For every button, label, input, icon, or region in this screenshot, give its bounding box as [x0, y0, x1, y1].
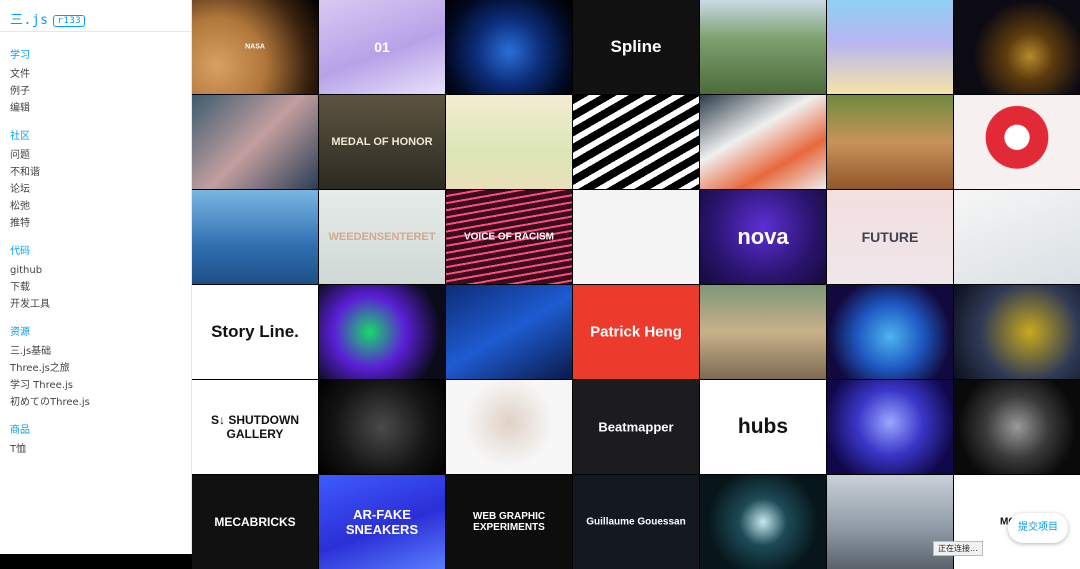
sidebar: 三.js r133 学习文件 例子 编辑社区问题 不和谐 论坛 松弛 推特代码 github 下载… — [0, 0, 192, 554]
nav-section-title: 商品 — [10, 425, 30, 436]
nav-section: 学习 文件 例子 编辑 — [10, 49, 90, 117]
nav-link[interactable]: 例子 — [10, 83, 90, 100]
project-thumbnail[interactable]: NASA — [192, 0, 318, 94]
nav-link[interactable]: 开发工具 — [10, 296, 90, 313]
project-title: NASA — [245, 43, 265, 51]
project-thumbnail[interactable] — [700, 95, 826, 189]
project-thumbnail[interactable] — [700, 475, 826, 569]
project-thumbnail[interactable]: WEB GRAPHIC EXPERIMENTS — [446, 475, 572, 569]
project-title: Beatmapper — [598, 419, 674, 435]
project-thumbnail[interactable] — [319, 380, 445, 474]
nav-link[interactable]: 学习 Three.js — [10, 377, 90, 394]
logo[interactable]: 三.js r133 — [10, 9, 86, 28]
project-thumbnail[interactable] — [700, 285, 826, 379]
nav-section: 代码 github 下载 开发工具 — [10, 245, 90, 313]
nav-link[interactable]: T恤 — [10, 441, 90, 458]
nav-link[interactable]: 初めてのThree.js — [10, 394, 90, 411]
project-title: nova — [737, 224, 789, 249]
project-thumbnail[interactable] — [954, 190, 1080, 284]
nav-link[interactable]: 不和谐 — [10, 164, 90, 181]
project-thumbnail[interactable]: VOICE OF RACISM — [446, 190, 572, 284]
project-title: WEEDENSENTERET — [328, 231, 436, 243]
project-thumbnail[interactable] — [319, 285, 445, 379]
project-thumbnail[interactable]: S↓ SHUTDOWN GALLERY — [192, 380, 318, 474]
divider — [0, 31, 191, 32]
project-title: MECABRICKS — [214, 515, 296, 529]
project-thumbnail[interactable] — [827, 285, 953, 379]
nav-link[interactable]: github — [10, 262, 90, 279]
project-title: Story Line. — [211, 322, 299, 341]
project-title: AR-FAKE SNEAKERS — [345, 507, 419, 537]
nav-link[interactable]: 下载 — [10, 279, 90, 296]
nav-section: 商品 T恤 — [10, 424, 90, 458]
nav-menu: 学习文件 例子 编辑社区问题 不和谐 论坛 松弛 推特代码 github 下载 开发工具资源三.j… — [10, 49, 90, 471]
nav-link[interactable]: 编辑 — [10, 100, 90, 117]
project-thumbnail[interactable]: WEEDENSENTERET — [319, 190, 445, 284]
nav-link[interactable]: 论坛 — [10, 181, 90, 198]
project-title: FUTURE — [861, 229, 919, 245]
nav-section-title: 社区 — [10, 131, 30, 142]
nav-link[interactable]: Three.js之旅 — [10, 360, 90, 377]
logo-text[interactable]: 三.js — [10, 13, 48, 28]
project-thumbnail[interactable]: Patrick Heng — [573, 285, 699, 379]
project-thumbnail[interactable]: AR-FAKE SNEAKERS — [319, 475, 445, 569]
project-thumbnail[interactable] — [573, 95, 699, 189]
project-thumbnail[interactable]: FUTURE — [827, 190, 953, 284]
nav-link[interactable]: 松弛 — [10, 198, 90, 215]
revision-badge: r133 — [53, 15, 86, 27]
project-thumbnail[interactable] — [827, 380, 953, 474]
project-thumbnail[interactable]: MEDAL OF HONOR — [319, 95, 445, 189]
project-title: 01 — [374, 39, 390, 55]
project-thumbnail[interactable] — [192, 95, 318, 189]
nav-link[interactable]: 文件 — [10, 66, 90, 83]
nav-link[interactable]: 推特 — [10, 215, 90, 232]
project-thumbnail[interactable] — [446, 380, 572, 474]
project-title: S↓ SHUTDOWN GALLERY — [211, 413, 299, 441]
project-thumbnail[interactable] — [827, 0, 953, 94]
project-thumbnail[interactable] — [446, 95, 572, 189]
nav-section-title: 学习 — [10, 50, 30, 61]
project-title: MEDAL OF HONOR — [331, 136, 433, 148]
nav-link[interactable]: 问题 — [10, 147, 90, 164]
project-thumbnail[interactable]: Spline — [573, 0, 699, 94]
project-title: Patrick Heng — [590, 323, 682, 341]
project-thumbnail[interactable] — [827, 95, 953, 189]
submit-project-button[interactable]: 提交项目 — [1008, 513, 1068, 543]
project-thumbnail[interactable]: Story Line. — [192, 285, 318, 379]
project-thumbnail[interactable] — [954, 0, 1080, 94]
nav-section: 社区问题 不和谐 论坛 松弛 推特 — [10, 130, 90, 232]
project-thumbnail[interactable]: 01 — [319, 0, 445, 94]
project-thumbnail[interactable] — [700, 0, 826, 94]
project-thumbnail[interactable] — [573, 190, 699, 284]
project-grid: NASA 01 Spline MEDAL OF HONOR WEEDENSENTERET… — [192, 0, 1080, 569]
project-title: VOICE OF RACISM — [463, 231, 554, 243]
project-thumbnail[interactable]: Beatmapper — [573, 380, 699, 474]
project-thumbnail[interactable] — [446, 285, 572, 379]
project-thumbnail[interactable]: hubs — [700, 380, 826, 474]
nav-section-title: 资源 — [10, 327, 30, 338]
project-thumbnail[interactable]: MECABRICKS — [192, 475, 318, 569]
project-thumbnail[interactable] — [192, 190, 318, 284]
project-thumbnail[interactable] — [954, 380, 1080, 474]
nav-section: 资源三.js基础 Three.js之旅 学习 Three.js 初めてのThree.j… — [10, 326, 90, 411]
project-title: hubs — [737, 415, 789, 438]
project-thumbnail[interactable]: nova — [700, 190, 826, 284]
project-title: Spline — [610, 37, 662, 56]
nav-link[interactable]: 三.js基础 — [10, 343, 90, 360]
nav-section-title: 代码 — [10, 246, 30, 257]
project-thumbnail[interactable] — [954, 95, 1080, 189]
project-title: WEB GRAPHIC EXPERIMENTS — [472, 511, 546, 533]
project-title: Guillaume Gouessan — [586, 516, 686, 528]
project-thumbnail[interactable] — [954, 285, 1080, 379]
project-thumbnail[interactable] — [446, 0, 572, 94]
project-thumbnail[interactable]: Guillaume Gouessan — [573, 475, 699, 569]
